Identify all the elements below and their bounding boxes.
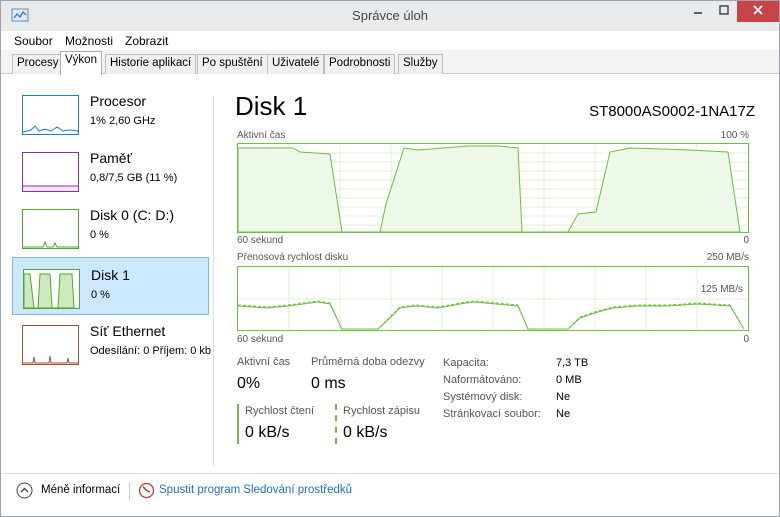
resource-list: Procesor 1% 2,60 GHz Paměť 0,8/7,5 GB (1… bbox=[11, 84, 211, 469]
active-time-stat-value: 0% bbox=[237, 375, 261, 392]
disk-detail-pane: Disk 1 ST8000AS0002-1NA17Z Aktivní čas 1… bbox=[235, 91, 755, 461]
disk-model: ST8000AS0002-1NA17Z bbox=[589, 103, 755, 120]
footer-separator bbox=[129, 482, 130, 500]
capacity-label: Kapacita: bbox=[443, 357, 489, 369]
resource-monitor-icon[interactable] bbox=[138, 482, 155, 499]
write-speed-value: 0 kB/s bbox=[343, 424, 388, 441]
tab-strip: Procesy Výkon Historie aplikací Po spušt… bbox=[1, 50, 779, 75]
transfer-rate-mid-label: 125 MB/s bbox=[700, 284, 743, 295]
tab-po-spusteni[interactable]: Po spuštění bbox=[197, 54, 268, 74]
ethernet-thumbnail-graph bbox=[22, 325, 79, 365]
menu-moznosti[interactable]: Možnosti bbox=[65, 34, 113, 48]
title-bar[interactable]: Správce úloh bbox=[1, 1, 779, 31]
page-file-value: Ne bbox=[556, 408, 571, 420]
menu-bar: Soubor Možnosti Zobrazit bbox=[1, 31, 779, 50]
close-button[interactable] bbox=[737, 1, 779, 22]
resource-item-sit-ethernet[interactable]: Síť Ethernet Odesílání: 0 Příjem: 0 kb bbox=[12, 314, 211, 372]
active-time-graph bbox=[237, 143, 749, 233]
transfer-rate-min-label: 0 bbox=[743, 334, 749, 345]
transfer-rate-graph-label: Přenosová rychlost disku bbox=[237, 252, 349, 263]
active-time-min-label: 0 bbox=[743, 235, 749, 246]
procesor-thumbnail-graph bbox=[22, 95, 79, 135]
read-speed-indicator bbox=[237, 404, 239, 444]
resource-item-pamet[interactable]: Paměť 0,8/7,5 GB (11 %) bbox=[12, 141, 209, 199]
open-resource-monitor-link[interactable]: Spustit program Sledování prostředků bbox=[159, 484, 352, 496]
menu-soubor[interactable]: Soubor bbox=[14, 34, 53, 48]
write-speed-indicator bbox=[335, 404, 337, 444]
fewer-details-link[interactable]: Méně informací bbox=[41, 484, 120, 496]
tab-procesy[interactable]: Procesy bbox=[12, 54, 64, 74]
resource-subtitle: Odesílání: 0 Příjem: 0 kb bbox=[90, 345, 211, 357]
formatted-value: 0 MB bbox=[556, 374, 582, 386]
resource-subtitle: 0 % bbox=[91, 289, 110, 301]
task-manager-window: Správce úloh Soubor Možnosti Zobrazit Pr… bbox=[0, 0, 780, 517]
minimize-button[interactable] bbox=[684, 1, 712, 22]
transfer-rate-graph bbox=[237, 266, 749, 331]
page-file-label: Stránkovací soubor: bbox=[443, 408, 541, 420]
menu-zobrazit[interactable]: Zobrazit bbox=[125, 34, 168, 48]
tab-uzivatele[interactable]: Uživatelé bbox=[267, 54, 325, 74]
resource-title: Paměť bbox=[90, 150, 132, 166]
write-speed-label: Rychlost zápisu bbox=[343, 405, 421, 417]
pane-divider[interactable] bbox=[213, 96, 214, 466]
tab-historie-aplikaci[interactable]: Historie aplikací bbox=[105, 54, 197, 74]
transfer-rate-max-label: 250 MB/s bbox=[706, 252, 749, 263]
resource-subtitle: 0,8/7,5 GB (11 %) bbox=[90, 172, 178, 184]
resource-subtitle: 0 % bbox=[90, 229, 109, 241]
resource-item-disk-1[interactable]: Disk 1 0 % bbox=[12, 257, 209, 315]
window-title: Správce úloh bbox=[352, 8, 428, 23]
disk-title: Disk 1 bbox=[235, 91, 308, 121]
active-time-graph-label: Aktivní čas bbox=[237, 130, 286, 141]
resource-title: Síť Ethernet bbox=[90, 323, 166, 339]
capacity-value: 7,3 TB bbox=[556, 357, 589, 369]
pamet-thumbnail-graph bbox=[22, 152, 79, 192]
disk-0-thumbnail-graph bbox=[22, 209, 79, 249]
resource-item-disk-0[interactable]: Disk 0 (C: D:) 0 % bbox=[12, 198, 209, 256]
resource-title: Disk 0 (C: D:) bbox=[90, 207, 174, 223]
chevron-up-circle-icon[interactable] bbox=[16, 482, 33, 499]
response-time-stat-value: 0 ms bbox=[311, 375, 346, 392]
resource-subtitle: 1% 2,60 GHz bbox=[90, 115, 156, 127]
tab-vykon[interactable]: Výkon bbox=[60, 51, 102, 75]
tab-podrobnosti[interactable]: Podrobnosti bbox=[324, 54, 396, 74]
resource-title: Disk 1 bbox=[91, 267, 130, 283]
resource-item-procesor[interactable]: Procesor 1% 2,60 GHz bbox=[12, 84, 209, 142]
system-disk-label: Systémový disk: bbox=[443, 391, 523, 403]
response-time-stat-label: Průměrná doba odezvy bbox=[311, 356, 425, 368]
resource-title: Procesor bbox=[90, 93, 147, 109]
tab-sluzby[interactable]: Služby bbox=[398, 54, 443, 74]
read-speed-value: 0 kB/s bbox=[245, 424, 290, 441]
read-speed-label: Rychlost čtení bbox=[245, 405, 315, 417]
disk-1-thumbnail-graph bbox=[23, 269, 80, 309]
system-disk-value: Ne bbox=[556, 391, 571, 403]
transfer-rate-time-label: 60 sekund bbox=[237, 334, 284, 345]
active-time-stat-label: Aktivní čas bbox=[237, 356, 291, 368]
active-time-time-label: 60 sekund bbox=[237, 235, 284, 246]
footer-bar: Méně informací Spustit program Sledování… bbox=[1, 473, 779, 516]
maximize-button[interactable] bbox=[710, 1, 738, 22]
formatted-label: Naformátováno: bbox=[443, 374, 522, 386]
active-time-max-label: 100 % bbox=[720, 130, 749, 141]
